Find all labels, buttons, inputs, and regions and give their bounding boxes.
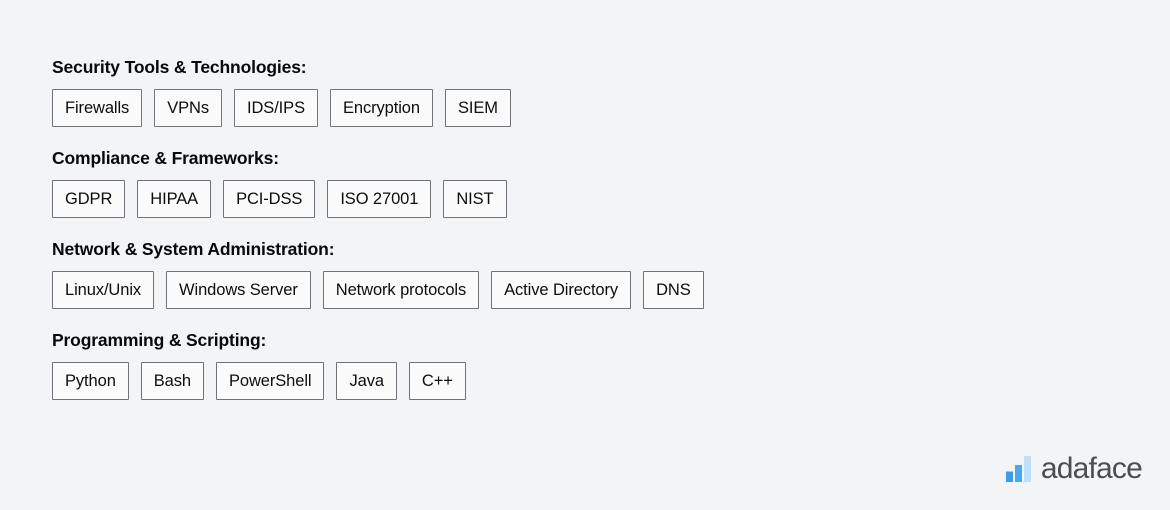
- adaface-wordmark: adaface: [1040, 452, 1143, 485]
- adaface-logo: adaface: [1005, 452, 1143, 485]
- section-programming-scripting: Programming & Scripting: Python Bash Pow…: [52, 329, 1122, 400]
- skill-tag[interactable]: Python: [52, 362, 129, 400]
- skill-tag[interactable]: PCI-DSS: [223, 180, 316, 218]
- tag-row: Python Bash PowerShell Java C++: [52, 362, 1122, 400]
- skill-tag[interactable]: Windows Server: [166, 271, 311, 309]
- skill-tag[interactable]: IDS/IPS: [233, 89, 318, 127]
- skill-tag[interactable]: Linux/Unix: [52, 271, 155, 309]
- tag-row: Linux/Unix Windows Server Network protoc…: [52, 271, 1122, 309]
- skill-tag[interactable]: Encryption: [329, 89, 433, 127]
- section-heading: Security Tools & Technologies:: [52, 57, 307, 77]
- skills-sections: Security Tools & Technologies: Firewalls…: [52, 56, 1122, 400]
- skill-tag[interactable]: Java: [336, 362, 397, 400]
- skill-tag[interactable]: GDPR: [52, 180, 126, 218]
- bar-chart-icon: [1005, 456, 1031, 482]
- skill-tag[interactable]: Firewalls: [52, 89, 143, 127]
- skill-tag[interactable]: NIST: [443, 180, 507, 218]
- tag-row: Firewalls VPNs IDS/IPS Encryption SIEM: [52, 89, 1122, 127]
- section-compliance-frameworks: Compliance & Frameworks: GDPR HIPAA PCI-…: [52, 147, 1122, 218]
- skill-tag[interactable]: PowerShell: [216, 362, 325, 400]
- skill-tag[interactable]: C++: [408, 362, 466, 400]
- skill-tag[interactable]: Bash: [140, 362, 204, 400]
- tag-row: GDPR HIPAA PCI-DSS ISO 27001 NIST: [52, 180, 1122, 218]
- section-heading: Compliance & Frameworks:: [52, 148, 279, 168]
- skill-tag[interactable]: Active Directory: [491, 271, 632, 309]
- page-root: Security Tools & Technologies: Firewalls…: [0, 0, 1170, 510]
- skill-tag[interactable]: ISO 27001: [327, 180, 432, 218]
- skill-tag[interactable]: Network protocols: [322, 271, 480, 309]
- section-heading: Programming & Scripting:: [52, 330, 267, 350]
- section-heading: Network & System Administration:: [52, 239, 335, 259]
- skill-tag[interactable]: VPNs: [154, 89, 222, 127]
- section-network-system-administration: Network & System Administration: Linux/U…: [52, 238, 1122, 309]
- skill-tag[interactable]: DNS: [643, 271, 704, 309]
- skill-tag[interactable]: SIEM: [444, 89, 511, 127]
- section-security-tools: Security Tools & Technologies: Firewalls…: [52, 56, 1122, 127]
- skill-tag[interactable]: HIPAA: [137, 180, 212, 218]
